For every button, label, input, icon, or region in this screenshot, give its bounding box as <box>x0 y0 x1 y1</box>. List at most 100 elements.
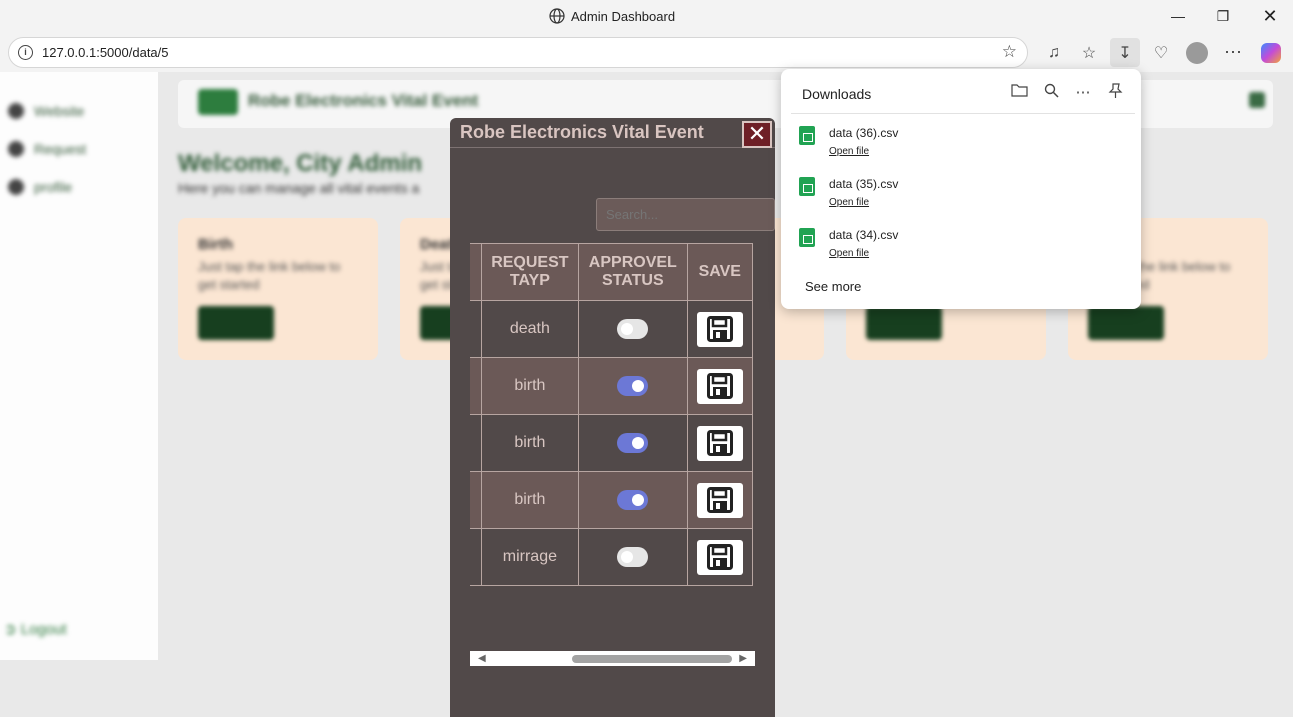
favorite-star-icon[interactable]: ☆ <box>1002 42 1017 62</box>
event-card-birth: Birth Just tap the link below to get sta… <box>178 218 378 360</box>
download-filename: data (35).csv <box>829 177 899 191</box>
open-file-link[interactable]: Open file <box>829 248 869 259</box>
table-row: birth <box>470 414 754 472</box>
url-text[interactable]: 127.0.0.1:5000/data/5 <box>42 45 169 60</box>
downloads-more-options-icon[interactable]: ⋯ <box>1072 83 1094 103</box>
save-cell <box>686 528 754 586</box>
sidebar-item-label: Request <box>34 141 87 157</box>
browser-essentials-icon[interactable]: ♡ <box>1146 38 1176 67</box>
table-header-cell <box>470 243 482 301</box>
table-cell <box>470 528 482 586</box>
table-row: birth <box>470 471 754 529</box>
save-button[interactable] <box>696 311 743 347</box>
table-cell <box>470 300 482 358</box>
sidebar: Website Request profile ➲ Logout <box>0 72 158 660</box>
sidebar-item-profile[interactable]: profile <box>8 178 72 196</box>
save-cell <box>686 471 754 529</box>
card-button[interactable] <box>1088 306 1164 340</box>
download-item[interactable]: data (34).csv Open file <box>799 228 1129 272</box>
sidebar-item-icon <box>8 103 24 119</box>
sidebar-item-icon <box>8 179 24 195</box>
downloads-divider <box>791 113 1135 114</box>
restore-button[interactable]: ❐ <box>1203 4 1243 28</box>
save-button[interactable] <box>696 482 743 518</box>
table-row: birth <box>470 357 754 415</box>
sidebar-item-request[interactable]: Request <box>8 140 86 158</box>
save-cell <box>686 300 754 358</box>
toggle-knob <box>632 494 645 506</box>
requests-table-wrapper: REQUEST TAYP APPROVEL STATUS SAVE death b… <box>470 242 755 586</box>
card-title: Birth <box>198 236 233 253</box>
approval-status-cell <box>578 528 688 586</box>
table-row: mirrage <box>470 528 754 586</box>
close-window-button[interactable]: ✕ <box>1250 4 1290 28</box>
approval-toggle[interactable] <box>617 319 649 339</box>
window-title-text: Admin Dashboard <box>571 8 676 24</box>
site-info-icon[interactable]: i <box>18 45 33 60</box>
see-more-link[interactable]: See more <box>805 279 861 294</box>
copilot-icon[interactable] <box>1256 38 1286 67</box>
minimize-button[interactable]: — <box>1158 4 1198 28</box>
welcome-heading: Welcome, City Admin <box>178 150 423 177</box>
approval-status-cell <box>578 471 688 529</box>
approval-toggle[interactable] <box>617 490 649 510</box>
approval-toggle[interactable] <box>617 547 649 567</box>
modal-title: Robe Electronics Vital Event <box>460 122 704 142</box>
request-type-cell: death <box>480 300 580 358</box>
column-header-approval-status: APPROVEL STATUS <box>578 243 688 301</box>
open-folder-icon[interactable] <box>1008 83 1030 103</box>
brand-title: Robe Electronics Vital Event <box>248 91 479 110</box>
read-aloud-icon[interactable]: ♫ <box>1039 38 1069 67</box>
approval-toggle[interactable] <box>617 376 649 396</box>
card-text: Just tap the link below to get started <box>198 259 341 292</box>
downloads-icon[interactable]: ↧ <box>1110 38 1140 67</box>
open-file-link[interactable]: Open file <box>829 146 869 157</box>
favorites-icon[interactable]: ☆ <box>1074 38 1104 67</box>
column-header-save: SAVE <box>686 243 754 301</box>
profile-avatar-icon[interactable] <box>1182 38 1212 67</box>
table-cell <box>470 357 482 415</box>
scrollbar-thumb[interactable] <box>572 655 732 663</box>
download-item[interactable]: data (35).csv Open file <box>799 177 1129 221</box>
scroll-left-arrow-icon[interactable]: ◀ <box>478 653 486 664</box>
search-input[interactable] <box>596 198 775 231</box>
welcome-subtitle: Here you can manage all vital events a <box>178 180 420 196</box>
logout-link[interactable]: ➲ Logout <box>4 620 67 638</box>
approval-status-cell <box>578 414 688 472</box>
more-options-icon[interactable]: ⋯ <box>1218 38 1248 67</box>
modal-close-button[interactable]: ✕ <box>742 121 772 148</box>
logout-label: Logout <box>20 621 67 638</box>
approval-toggle[interactable] <box>617 433 649 453</box>
window-title: Admin Dashboard <box>549 8 675 24</box>
card-button[interactable] <box>198 306 274 340</box>
request-type-cell: birth <box>480 357 580 415</box>
save-button[interactable] <box>696 425 743 461</box>
download-item[interactable]: data (36).csv Open file <box>799 126 1129 170</box>
sidebar-item-website[interactable]: Website <box>8 102 84 120</box>
download-filename: data (36).csv <box>829 126 899 140</box>
csv-file-icon <box>799 177 815 196</box>
title-bar: Admin Dashboard — ❐ ✕ <box>0 0 1293 34</box>
table-cell <box>470 471 482 529</box>
horizontal-scrollbar[interactable]: ◀ ▶ <box>470 651 755 666</box>
download-filename: data (34).csv <box>829 228 899 242</box>
save-cell <box>686 357 754 415</box>
sidebar-item-label: Website <box>34 103 85 119</box>
save-cell <box>686 414 754 472</box>
open-file-link[interactable]: Open file <box>829 197 869 208</box>
scroll-right-arrow-icon[interactable]: ▶ <box>739 653 747 664</box>
save-button[interactable] <box>696 368 743 404</box>
approval-status-cell <box>578 357 688 415</box>
vital-event-modal: Robe Electronics Vital Event ✕ REQUEST T… <box>450 118 775 717</box>
pin-panel-icon[interactable] <box>1104 83 1126 103</box>
search-downloads-icon[interactable] <box>1040 83 1062 103</box>
downloads-title: Downloads <box>802 86 872 102</box>
request-type-cell: mirrage <box>480 528 580 586</box>
toggle-knob <box>621 323 634 335</box>
save-button[interactable] <box>696 539 743 575</box>
menu-toggle-icon[interactable] <box>1249 92 1265 108</box>
address-bar[interactable]: i 127.0.0.1:5000/data/5 ☆ <box>8 37 1028 68</box>
card-button[interactable] <box>866 306 942 340</box>
toggle-knob <box>621 551 634 563</box>
sidebar-item-icon <box>8 141 24 157</box>
